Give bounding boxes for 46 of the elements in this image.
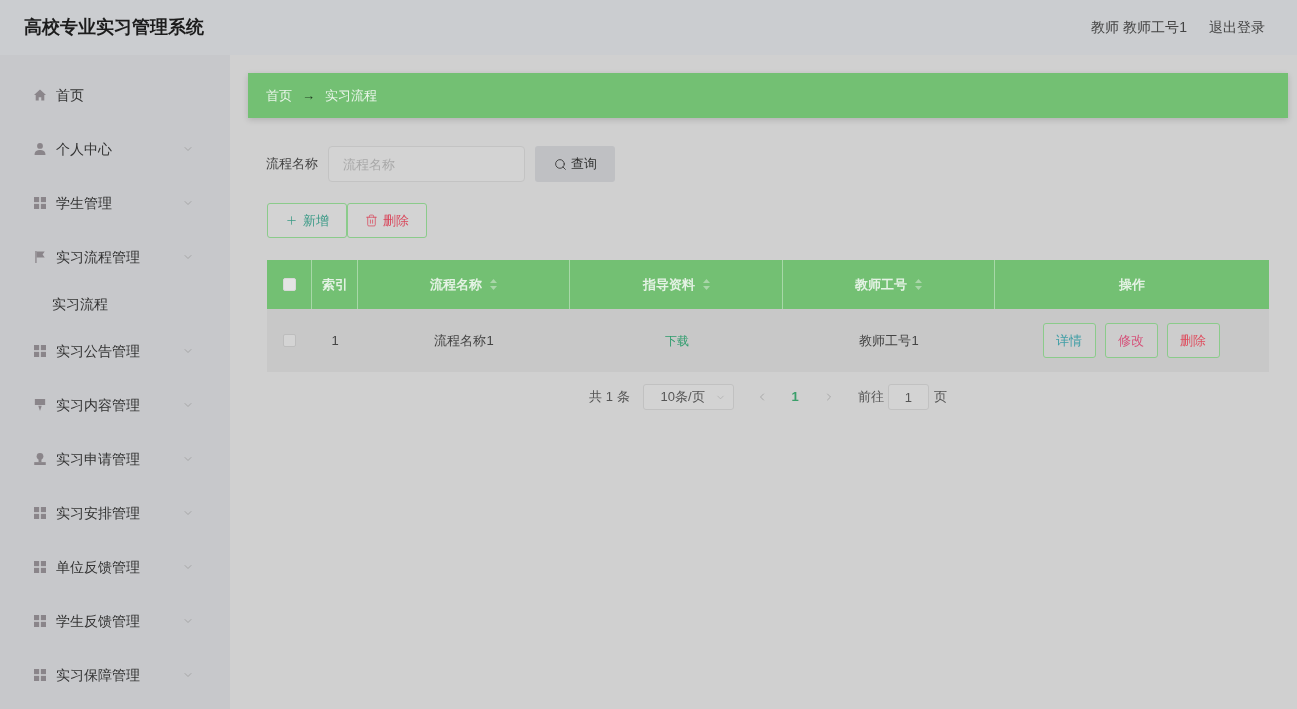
menu-item[interactable]: 实习流程管理: [0, 230, 230, 284]
breadcrumb-separator: →: [302, 86, 315, 105]
app-title: 高校专业实习管理系统: [24, 16, 204, 39]
menu-item[interactable]: 实习公告管理: [0, 324, 230, 378]
sort-icon[interactable]: [490, 279, 497, 290]
signpost-icon: [34, 399, 46, 411]
breadcrumb-current: 实习流程: [325, 86, 377, 105]
goto-label: 前往: [857, 388, 884, 407]
user-name: 教师 教师工号1: [1091, 18, 1187, 37]
goto-suffix: 页: [933, 388, 947, 407]
menu-item[interactable]: 实习安排管理: [0, 486, 230, 540]
page-jump-field[interactable]: 1: [887, 384, 929, 410]
menu-item[interactable]: 首页: [0, 68, 230, 122]
menu-item[interactable]: 实习申请管理: [0, 432, 230, 486]
column-header: 操作: [1118, 275, 1146, 294]
flag-icon: [34, 251, 46, 263]
table-cell-text: 流程名称1: [434, 331, 494, 350]
checkbox[interactable]: [282, 278, 296, 291]
search-button[interactable]: 查询: [535, 146, 615, 182]
search-label: 流程名称: [266, 155, 319, 174]
logout-link[interactable]: 退出登录: [1209, 17, 1265, 38]
table-cell-text: 1: [331, 331, 339, 350]
page-size-select[interactable]: 10条/页: [642, 384, 734, 410]
plus-icon: [285, 214, 298, 227]
total-count: 共 1 条: [589, 388, 630, 407]
menu-item[interactable]: 个人中心: [0, 122, 230, 176]
home-icon: [34, 89, 46, 101]
menu-item[interactable]: 学生反馈管理: [0, 594, 230, 648]
grid-icon: [34, 197, 46, 209]
grid-icon: [34, 669, 46, 681]
menu-item[interactable]: 单位反馈管理: [0, 540, 230, 594]
trash-icon: [365, 214, 378, 227]
submenu-item[interactable]: 实习流程: [0, 284, 230, 324]
grid-icon: [34, 345, 46, 357]
sort-icon[interactable]: [702, 279, 710, 290]
menu-item[interactable]: 实习内容管理: [0, 378, 230, 432]
sort-icon[interactable]: [915, 279, 922, 290]
stamp-icon: [34, 453, 46, 465]
menu-item[interactable]: 学生管理: [0, 176, 230, 230]
grid-icon: [34, 561, 46, 573]
menu-item[interactable]: 实习保障管理: [0, 648, 230, 702]
table-cell-text: 教师工号1: [859, 331, 919, 350]
grid-icon: [34, 615, 46, 627]
grid-icon: [34, 507, 46, 519]
search-icon: [553, 157, 567, 171]
user-icon: [34, 143, 46, 155]
